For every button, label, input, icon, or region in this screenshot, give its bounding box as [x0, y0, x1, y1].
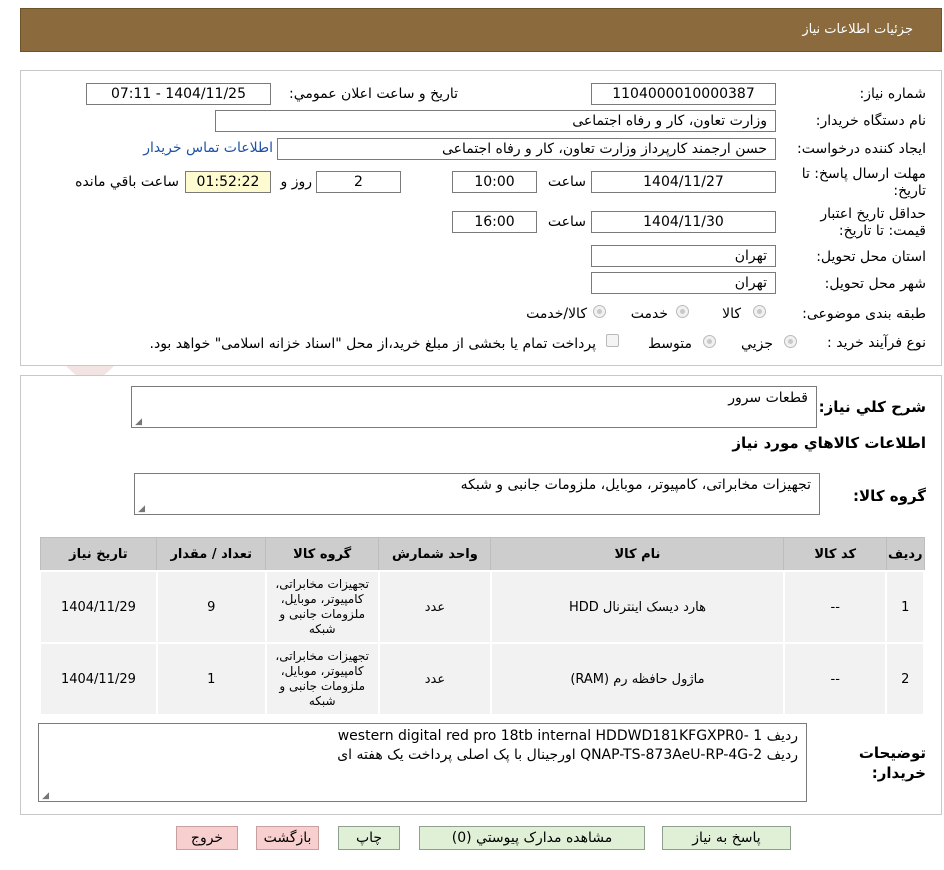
cell-code: --: [782, 570, 888, 644]
summary-label: شرح کلي نياز:: [818, 398, 926, 416]
back-button[interactable]: بازگشت: [256, 826, 319, 850]
remaining-label: ساعت باقي مانده: [75, 174, 179, 190]
process-option-minor: جزيي: [741, 336, 773, 352]
deadline-time-label: ساعت: [547, 174, 586, 190]
process-radio-medium[interactable]: [703, 335, 716, 348]
cell-unit: عدد: [377, 570, 492, 644]
cell-group: تجهيزات مخابراتی، کامپيوتر، موبايل، ملزو…: [264, 570, 380, 644]
notes-textarea: رديف 1 -western digital red pro 18tb int…: [38, 723, 807, 802]
deadline-time-field: 10:00: [452, 171, 537, 193]
col-header-name: نام کالا: [490, 537, 785, 572]
days-label: روز و: [280, 174, 313, 190]
announce-label: تاريخ و ساعت اعلان عمومي:: [289, 86, 458, 102]
deadline-label: مهلت ارسال پاسخ: تا: [801, 166, 926, 182]
col-header-group: گروه کالا: [265, 537, 380, 572]
table-header-row: رديف کد کالا نام کالا واحد شمارش گروه کا…: [39, 537, 925, 572]
col-header-date: تاريخ نياز: [39, 537, 158, 572]
category-option-goods-service: کالا/خدمت: [526, 306, 587, 322]
col-header-qty: تعداد / مقدار: [156, 537, 267, 572]
print-button[interactable]: چاپ: [338, 826, 400, 850]
buyer-org-label: نام دستگاه خريدار:: [815, 113, 926, 129]
process-radio-minor[interactable]: [784, 335, 797, 348]
notes-label: توضيحات: [858, 744, 926, 762]
validity-date-field: 1404/11/30: [591, 211, 776, 233]
validity-label-2: قيمت: تا تاريخ:: [838, 223, 926, 239]
goods-group-text: تجهيزات مخابراتی، کامپيوتر، موبايل، ملزو…: [460, 477, 811, 493]
goods-group-textarea: تجهيزات مخابراتی، کامپيوتر، موبايل، ملزو…: [134, 473, 820, 515]
exit-button[interactable]: خروج: [176, 826, 238, 850]
cell-date: 1404/11/29: [39, 570, 158, 644]
deadline-date-field: 1404/11/27: [591, 171, 776, 193]
col-header-unit: واحد شمارش: [378, 537, 492, 572]
resize-grip-icon[interactable]: ◢: [134, 418, 142, 427]
cell-row: 2: [885, 642, 925, 716]
process-label: نوع فرآيند خريد :: [827, 335, 926, 351]
notes-label-2: خريدار:: [871, 764, 926, 782]
process-note: پرداخت تمام يا بخشی از مبلغ خريد،از محل …: [149, 336, 596, 352]
validity-time-field: 16:00: [452, 211, 537, 233]
resize-grip-icon[interactable]: ◢: [41, 792, 49, 801]
table-row: 2 -- ماژول حافظه رم (RAM) عدد تجهيزات مخ…: [39, 642, 925, 716]
buyer-contact-link[interactable]: اطلاعات تماس خريدار: [143, 140, 273, 156]
category-radio-service[interactable]: [676, 305, 689, 318]
cell-date: 1404/11/29: [39, 642, 158, 716]
buyer-org-field: وزارت تعاون، کار و رفاه اجتماعی: [215, 110, 776, 132]
cell-group: تجهيزات مخابراتی، کامپيوتر، موبايل، ملزو…: [264, 642, 380, 716]
attachments-button[interactable]: مشاهده مدارک پيوستي (0): [419, 826, 645, 850]
province-field: تهران: [591, 245, 776, 267]
summary-textarea: قطعات سرور ◢: [131, 386, 817, 428]
cell-unit: عدد: [377, 642, 492, 716]
province-label: استان محل تحويل:: [816, 249, 926, 265]
cell-name: ماژول حافظه رم (RAM): [489, 642, 785, 716]
days-field: 2: [316, 171, 401, 193]
page-header: جزئيات اطلاعات نياز: [20, 8, 942, 52]
treasury-checkbox[interactable]: [606, 334, 619, 347]
resize-grip-icon[interactable]: ◢: [137, 505, 145, 514]
cell-name: هارد دیسک اینترنال HDD: [489, 570, 785, 644]
need-number-label: شماره نياز:: [859, 86, 927, 102]
category-option-goods: کالا: [722, 306, 741, 322]
announce-field: 1404/11/25 - 07:11: [86, 83, 271, 105]
cell-row: 1: [885, 570, 925, 644]
city-label: شهر محل تحويل:: [824, 276, 926, 292]
goods-group-label: گروه کالا:: [853, 487, 926, 505]
cell-qty: 1: [155, 642, 267, 716]
category-option-service: خدمت: [630, 306, 668, 322]
need-number-field: 1104000010000387: [591, 83, 776, 105]
remaining-time-field: 01:52:22: [185, 171, 271, 193]
deadline-label-2: تاريخ:: [893, 183, 926, 199]
validity-label: حداقل تاريخ اعتبار: [820, 206, 926, 222]
category-label: طبقه بندی موضوعی:: [802, 306, 926, 322]
creator-field: حسن ارجمند کارپرداز وزارت تعاون، کار و ر…: [277, 138, 776, 160]
notes-line-2: رديف 2-QNAP-TS-873AeU-RP-4G اورجينال با …: [337, 747, 798, 763]
city-field: تهران: [591, 272, 776, 294]
page-title: جزئيات اطلاعات نياز: [802, 22, 913, 37]
reply-button[interactable]: پاسخ به نياز: [662, 826, 791, 850]
category-radio-goods[interactable]: [753, 305, 766, 318]
process-option-medium: متوسط: [648, 336, 692, 352]
creator-label: ايجاد کننده درخواست:: [797, 141, 926, 157]
cell-qty: 9: [155, 570, 267, 644]
col-header-row: رديف: [885, 537, 925, 572]
category-radio-goods-service[interactable]: [593, 305, 606, 318]
summary-text: قطعات سرور: [728, 390, 808, 406]
col-header-code: کد کالا: [783, 537, 887, 572]
validity-time-label: ساعت: [547, 214, 586, 230]
items-table: رديف کد کالا نام کالا واحد شمارش گروه کا…: [39, 537, 925, 716]
table-row: 1 -- هارد دیسک اینترنال HDD عدد تجهيزات …: [39, 570, 925, 644]
goods-info-title: اطلاعات کالاهاي مورد نياز: [732, 434, 926, 452]
notes-line-1: رديف 1 -western digital red pro 18tb int…: [337, 728, 798, 744]
cell-code: --: [782, 642, 888, 716]
